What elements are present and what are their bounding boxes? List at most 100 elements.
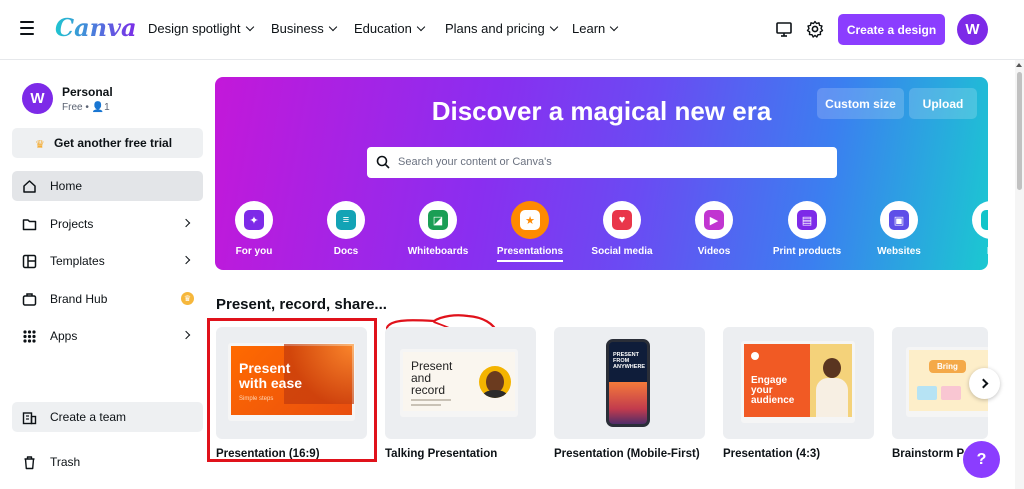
category-label: For you	[235, 246, 273, 257]
template-card-talking-presentation[interactable]: Present and record	[385, 327, 536, 439]
category-docs[interactable]: ≡ Docs	[300, 201, 392, 257]
create-team-label: Create a team	[50, 410, 127, 424]
category-label: Presentations	[496, 246, 564, 262]
menu-icon[interactable]	[20, 21, 34, 35]
sidebar-item-label: Trash	[50, 455, 81, 469]
card-label[interactable]: Presentation (Mobile-First)	[554, 448, 700, 460]
doc-icon: ≡	[336, 210, 356, 230]
card-label[interactable]: Presentation (4:3)	[723, 448, 820, 460]
sidebar-item-label: Home	[50, 179, 83, 193]
custom-size-button[interactable]: Custom size	[817, 88, 904, 119]
sidebar-item-home[interactable]: Home	[12, 171, 203, 201]
chevron-down-icon	[610, 22, 619, 32]
create-team-button[interactable]: Create a team	[12, 402, 203, 432]
scroll-up-arrow-icon[interactable]	[1016, 63, 1022, 67]
category-for-you[interactable]: ✦ For you	[215, 201, 300, 257]
sidebar-item-brand-hub[interactable]: Brand Hub ♛	[12, 284, 203, 314]
chevron-down-icon	[328, 22, 337, 32]
brand-hub-icon	[22, 293, 37, 306]
account-name[interactable]: Personal	[62, 85, 113, 99]
sidebar-item-label: Apps	[50, 329, 78, 343]
chevron-right-icon	[978, 378, 988, 389]
carousel-next-button[interactable]	[969, 368, 1000, 399]
chevron-down-icon	[549, 22, 558, 32]
category-label: Print products	[772, 246, 842, 257]
category-presentations[interactable]: ★ Presentations	[484, 201, 576, 262]
scrollbar-thumb[interactable]	[1017, 72, 1022, 190]
help-button[interactable]: ?	[963, 441, 1000, 478]
free-trial-label: Get another free trial	[54, 136, 173, 150]
category-social-media[interactable]: ♥ Social media	[576, 201, 668, 257]
category-label: Docs	[333, 246, 359, 257]
create-design-button[interactable]: Create a design	[838, 14, 945, 45]
account-avatar[interactable]: W	[22, 83, 53, 114]
more-icon: •	[981, 210, 988, 230]
search-icon	[376, 155, 390, 169]
thumb-title: Engage your audience	[751, 375, 795, 406]
printer-icon: ▤	[797, 210, 817, 230]
category-label: Websites	[877, 246, 921, 257]
crown-badge-icon: ♛	[181, 292, 194, 305]
highlight-box	[207, 318, 377, 462]
sparkle-icon: ✦	[244, 210, 264, 230]
templates-icon	[22, 254, 37, 269]
apps-grid-icon	[23, 330, 36, 343]
sidebar-item-apps[interactable]: Apps	[12, 321, 203, 351]
chevron-right-icon	[181, 330, 191, 340]
user-avatar[interactable]: W	[957, 14, 988, 45]
thumb-title: PRESENT FROM ANYWHERE	[613, 352, 646, 370]
trash-icon	[24, 456, 35, 470]
sidebar-item-projects[interactable]: Projects	[12, 209, 203, 239]
video-camera-icon: ▶	[704, 210, 724, 230]
card-thumbnail: Engage your audience	[741, 341, 855, 423]
category-label: Social media	[591, 246, 653, 257]
category-videos[interactable]: ▶ Videos	[668, 201, 760, 257]
nav-design-spotlight[interactable]: Design spotlight	[148, 21, 254, 36]
chevron-down-icon	[416, 22, 426, 32]
search-placeholder: Search your content or Canva's	[398, 156, 552, 168]
sidebar-item-label: Projects	[50, 217, 94, 231]
hero-banner: Discover a magical new era Custom size U…	[215, 77, 988, 270]
nav-business[interactable]: Business	[271, 21, 337, 36]
nav-plans-and-pricing[interactable]: Plans and pricing	[445, 21, 558, 36]
whiteboard-icon: ◪	[428, 210, 448, 230]
category-websites[interactable]: ▣ Websites	[853, 201, 945, 257]
thumb-title: Present and record	[411, 359, 453, 397]
nav-learn[interactable]: Learn	[572, 21, 619, 36]
chevron-down-icon	[245, 22, 254, 32]
heart-icon: ♥	[612, 210, 632, 230]
canva-logo[interactable]: Canva	[55, 13, 137, 42]
template-card-presentation-4-3[interactable]: Engage your audience	[723, 327, 874, 439]
nav-education[interactable]: Education	[354, 21, 426, 36]
upload-button[interactable]: Upload	[909, 88, 977, 119]
card-thumbnail: Present and record	[400, 349, 518, 417]
card-thumbnail: PRESENT FROM ANYWHERE	[606, 339, 650, 427]
folder-icon	[22, 219, 37, 231]
chevron-right-icon	[181, 255, 191, 265]
sidebar-item-label: Templates	[50, 254, 105, 268]
sidebar-item-templates[interactable]: Templates	[12, 246, 203, 276]
presenter-photo	[479, 366, 511, 398]
section-title: Present, record, share...	[216, 296, 387, 313]
website-icon: ▣	[889, 210, 909, 230]
presenter-photo	[810, 344, 852, 417]
home-icon	[23, 180, 36, 193]
team-building-icon	[22, 412, 37, 425]
settings-gear-icon[interactable]	[806, 20, 824, 38]
category-label: Videos	[697, 246, 731, 257]
presentation-icon: ★	[520, 210, 540, 230]
category-whiteboards[interactable]: ◪ Whiteboards	[392, 201, 484, 257]
crown-icon: ♛	[35, 139, 45, 151]
template-card-presentation-mobile-first[interactable]: PRESENT FROM ANYWHERE	[554, 327, 705, 439]
sidebar-item-trash[interactable]: Trash	[12, 447, 203, 477]
category-label: M	[945, 246, 988, 257]
search-input[interactable]: Search your content or Canva's	[367, 147, 837, 178]
thumb-title: Bring	[929, 360, 966, 373]
top-navigation-bar: Canva Design spotlight Business Educatio…	[0, 0, 1024, 60]
chevron-right-icon	[181, 218, 191, 228]
category-more[interactable]: • M	[945, 201, 988, 257]
category-print-products[interactable]: ▤ Print products	[761, 201, 853, 257]
desktop-app-icon[interactable]	[775, 20, 793, 38]
card-label[interactable]: Talking Presentation	[385, 448, 497, 460]
account-plan: Free • 👤1	[62, 102, 110, 113]
